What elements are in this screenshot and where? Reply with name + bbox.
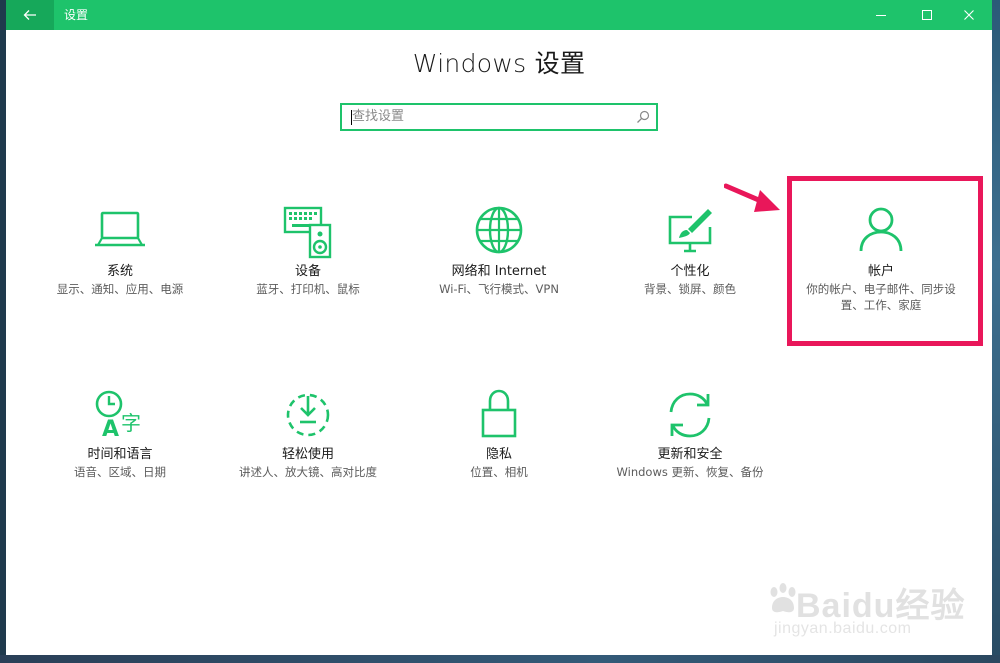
svg-text:字: 字 [121,411,141,435]
title-bar: 设置 [6,0,992,30]
tile-description: 语音、区域、日期 [74,465,166,479]
tile-description: 蓝牙、打印机、鼠标 [256,282,360,296]
globe-icon [475,206,523,254]
tile-description: 位置、相机 [470,465,528,479]
tile-network[interactable]: 网络和 Internet Wi-Fi、飞行模式、VPN [414,205,584,297]
annotation-highlight-box [787,176,983,346]
tile-label: 系统 [106,264,133,279]
tile-privacy[interactable]: 隐私 位置、相机 [414,388,584,480]
close-icon [964,10,974,20]
tile-personalization[interactable]: 个性化 背景、锁屏、颜色 [605,205,775,297]
watermark-url: jingyan.baidu.com [774,620,912,637]
keyboard-speaker-icon [283,206,332,259]
ease-of-access-icon [286,393,330,437]
tile-label: 网络和 Internet [451,264,547,279]
tile-label: 个性化 [670,264,710,279]
tile-update-security[interactable]: 更新和安全 Windows 更新、恢复、备份 [605,388,775,480]
window-title: 设置 [64,8,89,22]
desktop-background [992,0,1000,663]
sync-icon [669,392,711,438]
tile-devices[interactable]: 设备 蓝牙、打印机、鼠标 [223,205,393,297]
tile-label: 设备 [294,264,321,279]
laptop-icon [95,211,145,247]
search-placeholder: 查找设置 [352,109,405,124]
tile-label: 轻松使用 [281,447,334,462]
back-arrow-icon [23,10,36,20]
maximize-icon [922,10,932,20]
back-button[interactable] [6,0,54,30]
tile-system[interactable]: 系统 显示、通知、应用、电源 [35,205,205,297]
tile-description: 显示、通知、应用、电源 [56,282,184,296]
tile-ease-of-access[interactable]: 轻松使用 讲述人、放大镜、高对比度 [223,388,393,480]
tile-description: 讲述人、放大镜、高对比度 [239,465,377,479]
settings-window: 设置 Windows 设置 查找设置 系统 显示、通知、应用、电源 设备 蓝牙、… [6,0,992,655]
tile-label: 时间和语言 [87,447,153,462]
lock-icon [481,389,517,438]
minimize-button[interactable] [858,0,904,30]
paintbrush-icon [668,209,712,253]
tile-label: 更新和安全 [657,447,723,462]
page-title: Windows 设置 [412,49,586,78]
search-input[interactable]: 查找设置 [340,103,658,131]
minimize-icon [876,15,886,16]
tile-time-language[interactable]: A 字 时间和语言 语音、区域、日期 [35,388,205,480]
maximize-button[interactable] [904,0,950,30]
tile-description: 背景、锁屏、颜色 [644,282,736,296]
tile-description: Windows 更新、恢复、备份 [616,465,764,479]
tile-description: Wi-Fi、飞行模式、VPN [439,282,559,296]
baidu-watermark: Baidu经验 jingyan.baidu.com [766,550,986,646]
tile-label: 隐私 [485,447,512,462]
close-button[interactable] [946,0,992,30]
annotation-arrow-icon [724,183,780,212]
desktop-background-bottom [0,655,1000,663]
svg-text:A: A [102,417,119,442]
search-icon[interactable] [635,109,651,125]
time-language-icon: A 字 [95,390,141,442]
paw-logo-icon [770,583,796,613]
